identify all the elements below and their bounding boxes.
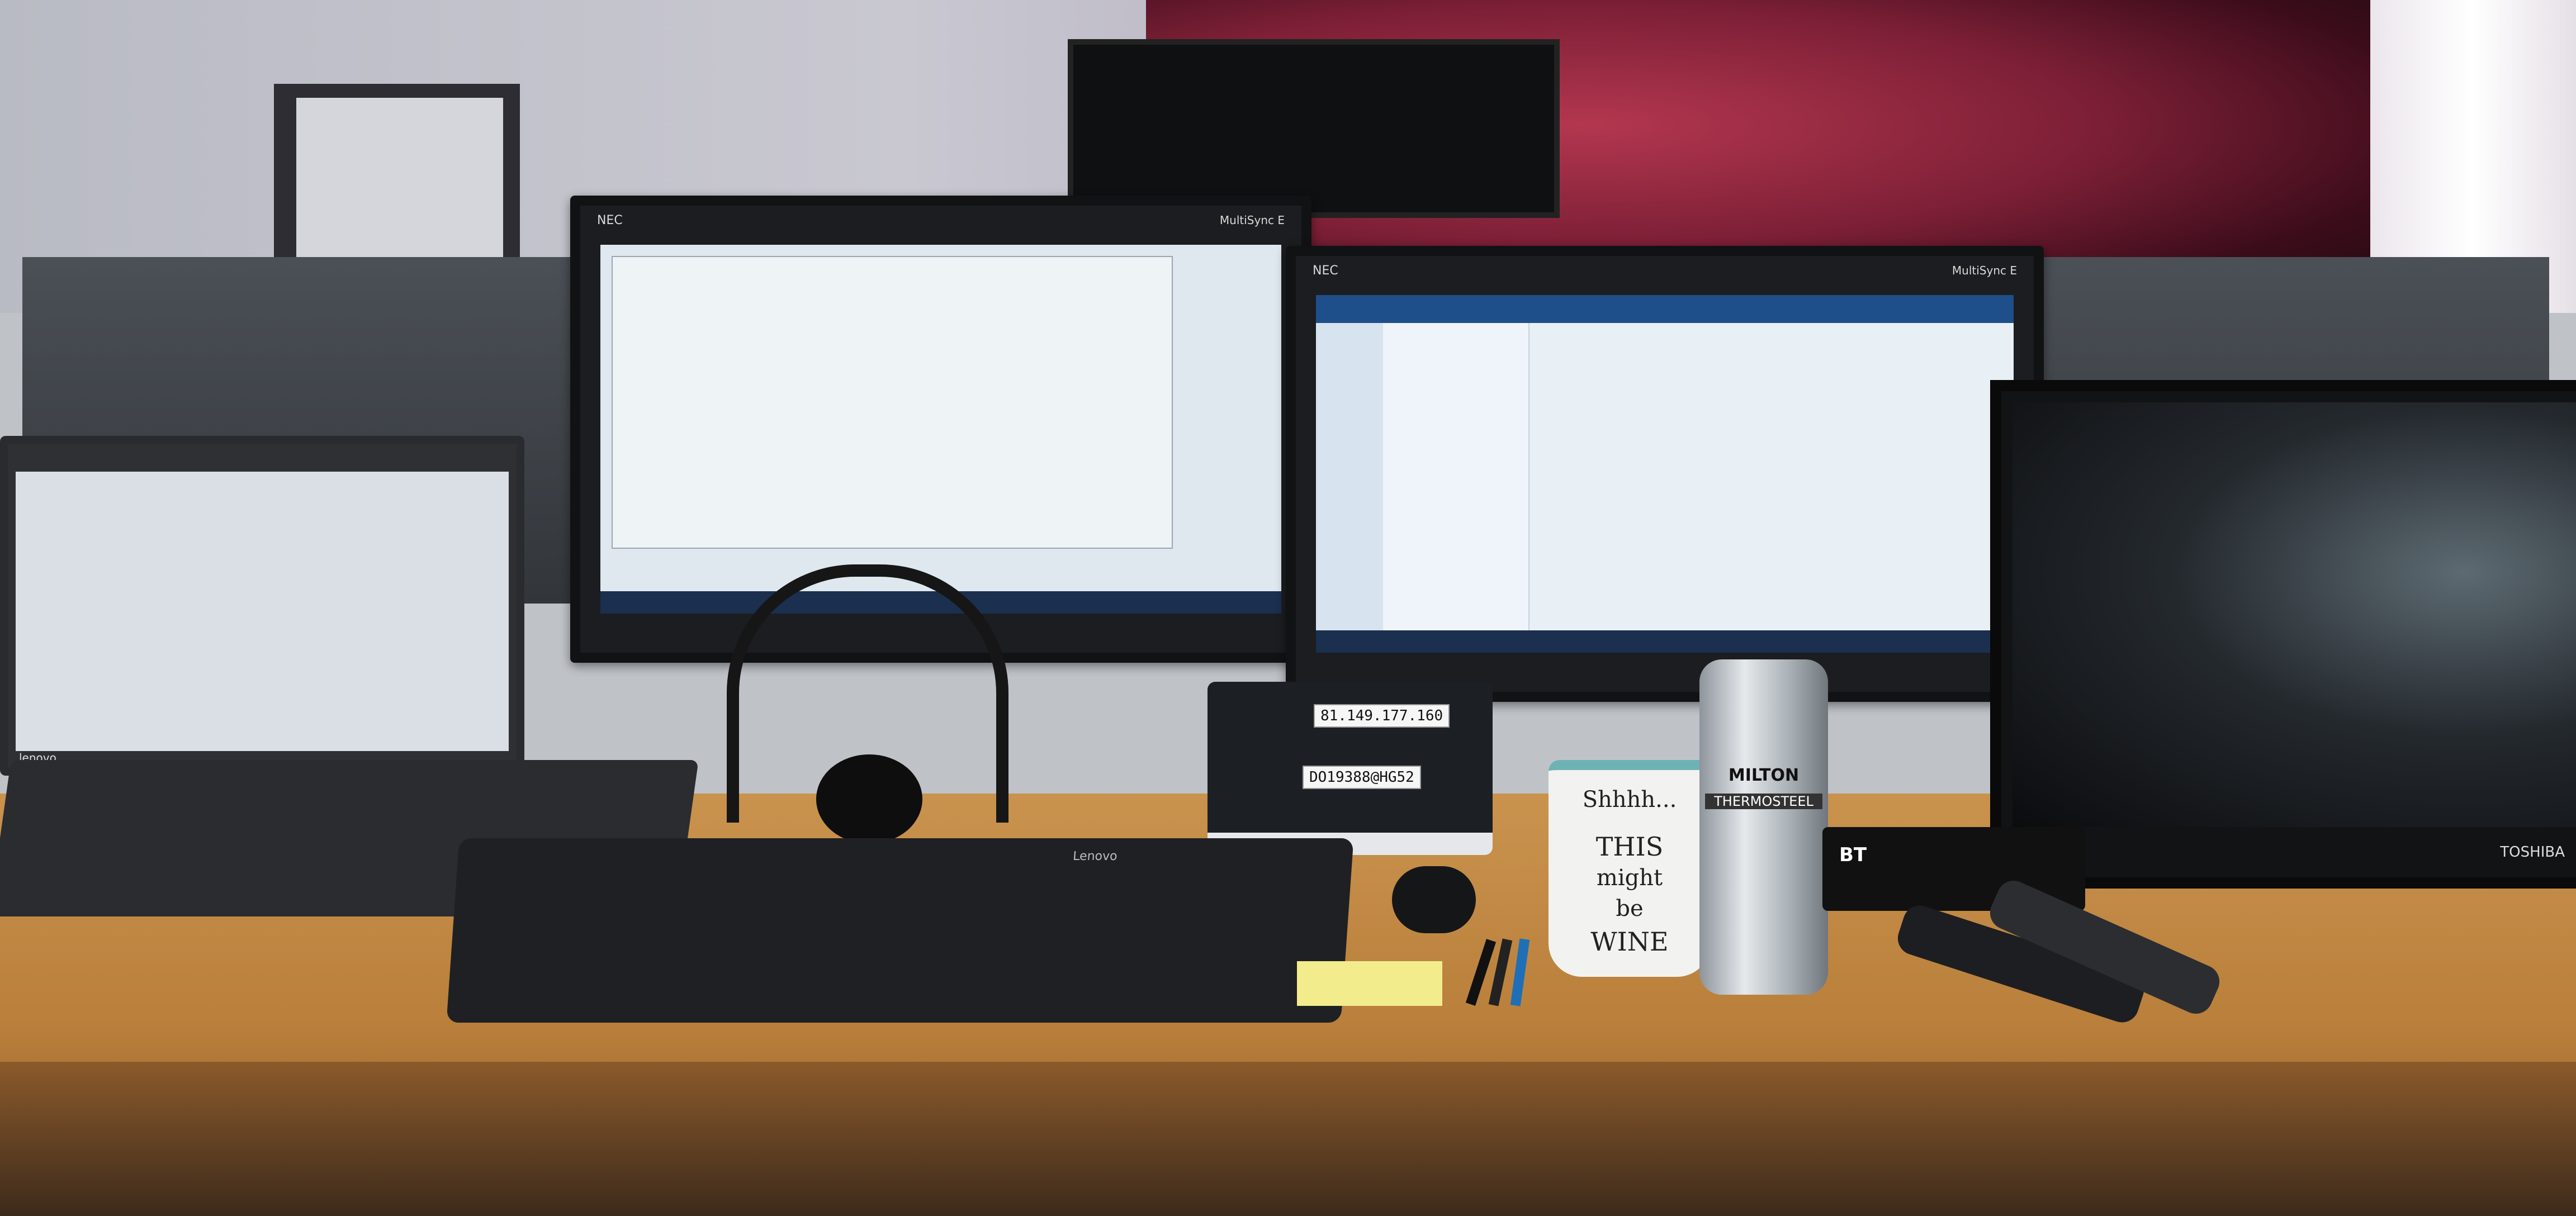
- mug-text-4: be: [1616, 896, 1644, 922]
- left-monitor-model: MultiSync E: [1219, 213, 1285, 227]
- message-list: [1383, 323, 1530, 630]
- email-app-header: [1316, 295, 2014, 323]
- sticky-note: [1297, 961, 1442, 1006]
- keyboard: Lenovo: [446, 838, 1354, 1023]
- mouse: [1392, 866, 1476, 933]
- right-monitor: NEC MultiSync E: [1286, 246, 2044, 702]
- door-opening: [296, 98, 503, 265]
- thermos-flask: MILTON THERMOSTEEL: [1699, 659, 1828, 995]
- laptop-screen: lenovo: [0, 436, 524, 776]
- rear-monitor: [1068, 39, 1560, 218]
- tv-brand: TOSHIBA: [2500, 844, 2565, 861]
- pens: [1465, 938, 1554, 1006]
- bt-logo: BT: [1839, 844, 1867, 866]
- router-id-label: DO19388@HG52: [1303, 766, 1421, 789]
- tv-screen: [2012, 402, 2576, 827]
- flask-brand: MILTON: [1728, 766, 1800, 785]
- right-monitor-brand: NEC: [1313, 264, 1338, 278]
- router: 81.149.177.160 DO19388@HG52: [1208, 682, 1493, 855]
- keyboard-brand: Lenovo: [1072, 849, 1118, 863]
- application-window: [612, 256, 1173, 549]
- right-monitor-model: MultiSync E: [1952, 264, 2017, 277]
- mug-text-1: Shhhh...: [1582, 787, 1677, 813]
- laptop-display: [16, 472, 509, 751]
- flask-model: THERMOSTEEL: [1705, 794, 1822, 809]
- left-monitor-brand: NEC: [597, 213, 623, 227]
- mug-text-3: might: [1596, 865, 1663, 891]
- mug-text-2: THIS: [1595, 832, 1664, 862]
- router-ip-label: 81.149.177.160: [1314, 704, 1450, 728]
- left-monitor-screen: [600, 245, 1281, 614]
- taskbar: [1316, 630, 2014, 653]
- right-monitor-screen: [1316, 295, 2014, 653]
- tv-monitor: TOSHIBA: [1990, 380, 2576, 889]
- desk-edge: [0, 1062, 2576, 1216]
- folder-pane: [1316, 323, 1383, 630]
- mug-text-5: WINE: [1590, 927, 1669, 957]
- headset-earcup: [816, 754, 922, 844]
- mug: Shhhh... THIS might be WINE: [1549, 760, 1711, 977]
